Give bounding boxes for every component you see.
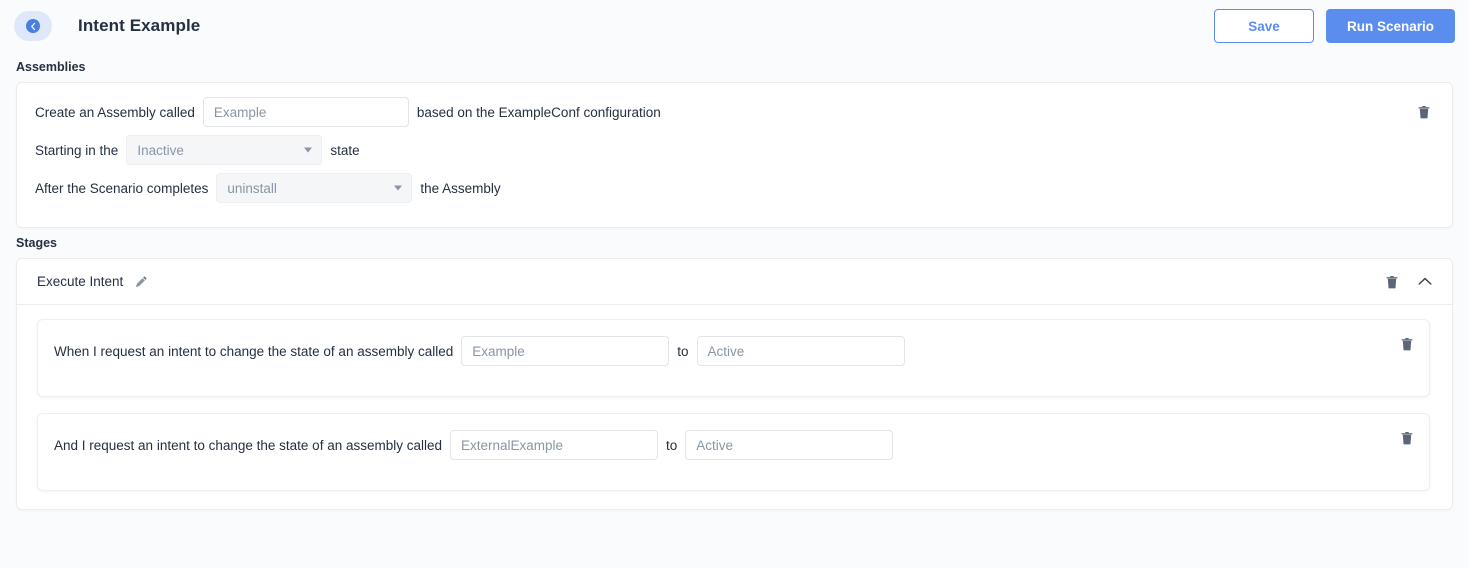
step-assembly-input[interactable]: ExternalExample	[450, 430, 658, 460]
assembly-cleanup-prefix: After the Scenario completes	[35, 180, 209, 196]
back-arrow-icon	[26, 19, 40, 33]
assembly-cleanup-suffix: the Assembly	[420, 180, 501, 196]
assembly-row-cleanup: After the Scenario completes uninstall t…	[35, 173, 1434, 203]
assembly-state-suffix: state	[330, 142, 360, 158]
assembly-initial-state-select[interactable]: Inactive	[126, 135, 323, 165]
delete-stage-button[interactable]	[1386, 275, 1398, 289]
step-line: When I request an intent to change the s…	[54, 336, 1401, 366]
back-button[interactable]	[14, 11, 52, 41]
pencil-icon	[136, 276, 148, 287]
step-prefix: And I request an intent to change the st…	[54, 437, 442, 453]
trash-icon	[1418, 106, 1430, 119]
stages-section-label: Stages	[16, 236, 57, 250]
assembly-cleanup-value: uninstall	[227, 180, 277, 196]
assembly-row-initial-state: Starting in the Inactive state	[35, 135, 1434, 165]
assembly-state-prefix: Starting in the	[35, 142, 119, 158]
delete-step-button[interactable]	[1401, 430, 1413, 445]
step-line: And I request an intent to change the st…	[54, 430, 1401, 460]
stage-name: Execute Intent	[37, 274, 124, 289]
trash-icon	[1401, 338, 1413, 351]
collapse-stage-button[interactable]	[1418, 277, 1432, 286]
top-bar: Intent Example Save Run Scenario	[0, 0, 1469, 52]
stage-header: Execute Intent	[17, 259, 1452, 305]
assembly-cleanup-select[interactable]: uninstall	[216, 173, 413, 203]
edit-stage-name-button[interactable]	[135, 275, 148, 288]
step-connector: to	[666, 437, 678, 453]
run-scenario-button[interactable]: Run Scenario	[1325, 9, 1455, 43]
stage-header-actions	[1386, 275, 1432, 289]
assembly-name-input[interactable]: Example	[202, 97, 409, 127]
step-connector: to	[677, 343, 689, 359]
step-card: And I request an intent to change the st…	[37, 413, 1430, 491]
stage-card: Execute Intent When I request an intent …	[16, 258, 1453, 510]
assemblies-section-label: Assemblies	[16, 60, 86, 74]
chevron-down-icon	[304, 147, 313, 153]
chevron-up-icon	[1418, 277, 1432, 285]
assembly-create-prefix: Create an Assembly called	[35, 104, 195, 120]
delete-assembly-button[interactable]	[1418, 105, 1430, 119]
chevron-down-icon	[394, 185, 403, 191]
top-bar-actions: Save Run Scenario	[1213, 9, 1455, 43]
step-state-input[interactable]: Active	[696, 336, 905, 366]
page-title: Intent Example	[78, 16, 201, 35]
stage-body: When I request an intent to change the s…	[17, 305, 1452, 509]
assembly-initial-state-value: Inactive	[137, 142, 184, 158]
assembly-create-suffix: based on the ExampleConf configuration	[416, 104, 661, 120]
assembly-card: Create an Assembly called Example based …	[16, 82, 1453, 228]
step-state-input[interactable]: Active	[685, 430, 894, 460]
save-button[interactable]: Save	[1213, 9, 1314, 43]
trash-icon	[1401, 432, 1413, 445]
step-prefix: When I request an intent to change the s…	[54, 343, 454, 359]
step-card: When I request an intent to change the s…	[37, 319, 1430, 397]
delete-step-button[interactable]	[1401, 336, 1413, 351]
step-assembly-input[interactable]: Example	[461, 336, 670, 366]
trash-icon	[1386, 275, 1398, 288]
assembly-row-create: Create an Assembly called Example based …	[35, 97, 1434, 127]
